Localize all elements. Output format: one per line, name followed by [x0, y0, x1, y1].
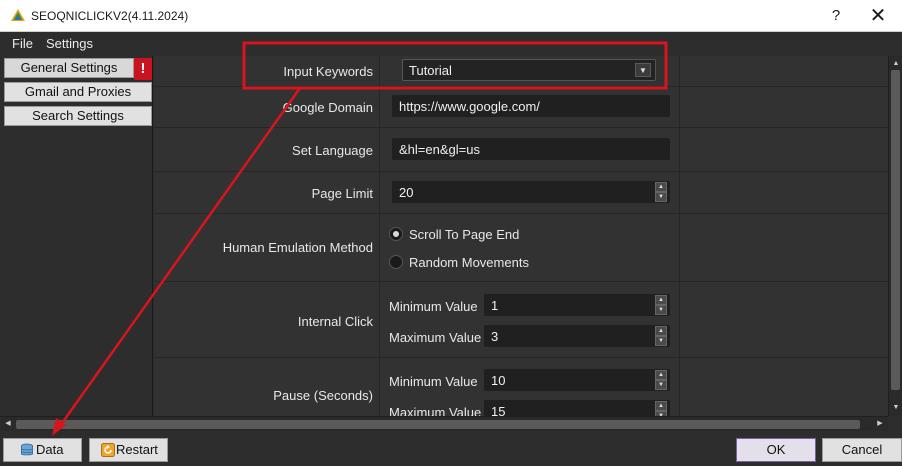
set-language-input[interactable]: &hl=en&gl=us — [392, 138, 670, 160]
page-limit-value: 20 — [399, 185, 414, 200]
spin-down-icon[interactable]: ▼ — [655, 336, 667, 346]
radio-label-random-movements: Random Movements — [409, 255, 529, 270]
page-limit-label: Page Limit — [311, 186, 373, 201]
horizontal-scroll-thumb[interactable] — [16, 420, 860, 429]
ok-button[interactable]: OK — [736, 438, 816, 462]
window-title: SEOQNICLICKV2(4.11.2024) — [31, 9, 189, 23]
help-button[interactable]: ? — [826, 6, 846, 26]
row-google-domain: Google Domain https://www.google.com/ — [154, 87, 888, 128]
chevron-down-icon[interactable]: ▼ — [635, 63, 651, 77]
scroll-up-icon[interactable]: ▲ — [890, 58, 902, 70]
menu-file[interactable]: File — [12, 36, 33, 51]
data-button[interactable]: Data — [3, 438, 82, 462]
scroll-left-icon[interactable]: ◀ — [2, 418, 14, 430]
spin-up-icon[interactable]: ▲ — [655, 370, 667, 380]
scroll-right-icon[interactable]: ▶ — [874, 418, 886, 430]
app-logo-icon — [11, 9, 25, 21]
internal-click-max-value: 3 — [491, 329, 499, 344]
input-keywords-value: Tutorial — [409, 63, 452, 78]
internal-click-label: Internal Click — [297, 314, 373, 329]
restart-button-label: Restart — [116, 442, 158, 457]
database-icon — [21, 443, 33, 456]
radio-random-movements[interactable] — [389, 255, 403, 269]
scroll-down-icon[interactable]: ▼ — [890, 402, 902, 414]
close-button[interactable]: ✕ — [866, 5, 890, 27]
pause-max-value: 15 — [491, 404, 506, 416]
pause-label: Pause (Seconds) — [273, 388, 373, 403]
sidebar-item-gmail-and-proxies[interactable]: Gmail and Proxies — [4, 82, 152, 102]
row-input-keywords: Input Keywords Tutorial ▼ — [154, 56, 888, 87]
warning-icon: ! — [134, 58, 152, 80]
page-limit-spinbox[interactable]: 20 ▲ ▼ — [392, 181, 670, 203]
row-page-limit: Page Limit 20 ▲ ▼ — [154, 172, 888, 214]
row-set-language: Set Language &hl=en&gl=us — [154, 128, 888, 172]
pause-min-spinbox[interactable]: 10 ▲ ▼ — [484, 369, 670, 391]
spin-down-icon[interactable]: ▼ — [655, 305, 667, 315]
spin-up-icon[interactable]: ▲ — [655, 401, 667, 411]
restart-icon — [101, 443, 115, 457]
spin-up-icon[interactable]: ▲ — [655, 182, 667, 192]
sidebar-item-general-settings[interactable]: General Settings — [4, 58, 134, 78]
radio-label-scroll-to-page-end: Scroll To Page End — [409, 227, 520, 242]
internal-click-min-label: Minimum Value — [389, 299, 478, 314]
set-language-label: Set Language — [292, 143, 373, 158]
internal-click-min-value: 1 — [491, 298, 499, 313]
row-internal-click: Internal Click Minimum Value 1 ▲ ▼ Maxim… — [154, 282, 888, 358]
vertical-scroll-thumb[interactable] — [891, 70, 900, 390]
radio-scroll-to-page-end[interactable] — [389, 227, 403, 241]
internal-click-max-spinbox[interactable]: 3 ▲ ▼ — [484, 325, 670, 347]
row-pause: Pause (Seconds) Minimum Value 10 ▲ ▼ Max… — [154, 358, 888, 416]
footer-bar: Data Restart OK Cancel — [0, 431, 902, 466]
settings-panel: Input Keywords Tutorial ▼ Google Domain … — [154, 56, 888, 416]
sidebar: General Settings Gmail and Proxies Searc… — [0, 56, 153, 416]
data-button-label: Data — [36, 442, 64, 457]
horizontal-scrollbar[interactable]: ◀ ▶ — [0, 416, 888, 431]
spin-down-icon[interactable]: ▼ — [655, 380, 667, 390]
google-domain-input[interactable]: https://www.google.com/ — [392, 95, 670, 117]
restart-button[interactable]: Restart — [89, 438, 168, 462]
google-domain-label: Google Domain — [282, 100, 373, 115]
pause-min-label: Minimum Value — [389, 374, 478, 389]
pause-min-value: 10 — [491, 373, 506, 388]
sidebar-item-search-settings[interactable]: Search Settings — [4, 106, 152, 126]
human-emulation-label: Human Emulation Method — [222, 240, 373, 255]
title-bar: SEOQNICLICKV2(4.11.2024) ? ✕ — [0, 0, 902, 32]
menu-bar: File Settings — [0, 32, 902, 54]
spin-up-icon[interactable]: ▲ — [655, 326, 667, 336]
vertical-scrollbar[interactable]: ▲ ▼ — [888, 56, 902, 416]
spin-up-icon[interactable]: ▲ — [655, 295, 667, 305]
pause-max-spinbox[interactable]: 15 ▲ ▼ — [484, 400, 670, 416]
row-human-emulation: Human Emulation Method Scroll To Page En… — [154, 214, 888, 282]
pause-max-label: Maximum Value — [389, 405, 482, 416]
internal-click-max-label: Maximum Value — [389, 330, 482, 345]
internal-click-min-spinbox[interactable]: 1 ▲ ▼ — [484, 294, 670, 316]
input-keywords-label: Input Keywords — [283, 64, 373, 79]
cancel-button[interactable]: Cancel — [822, 438, 902, 462]
input-keywords-combo[interactable]: Tutorial ▼ — [402, 59, 656, 81]
spin-down-icon[interactable]: ▼ — [655, 192, 667, 202]
menu-settings[interactable]: Settings — [46, 36, 93, 51]
